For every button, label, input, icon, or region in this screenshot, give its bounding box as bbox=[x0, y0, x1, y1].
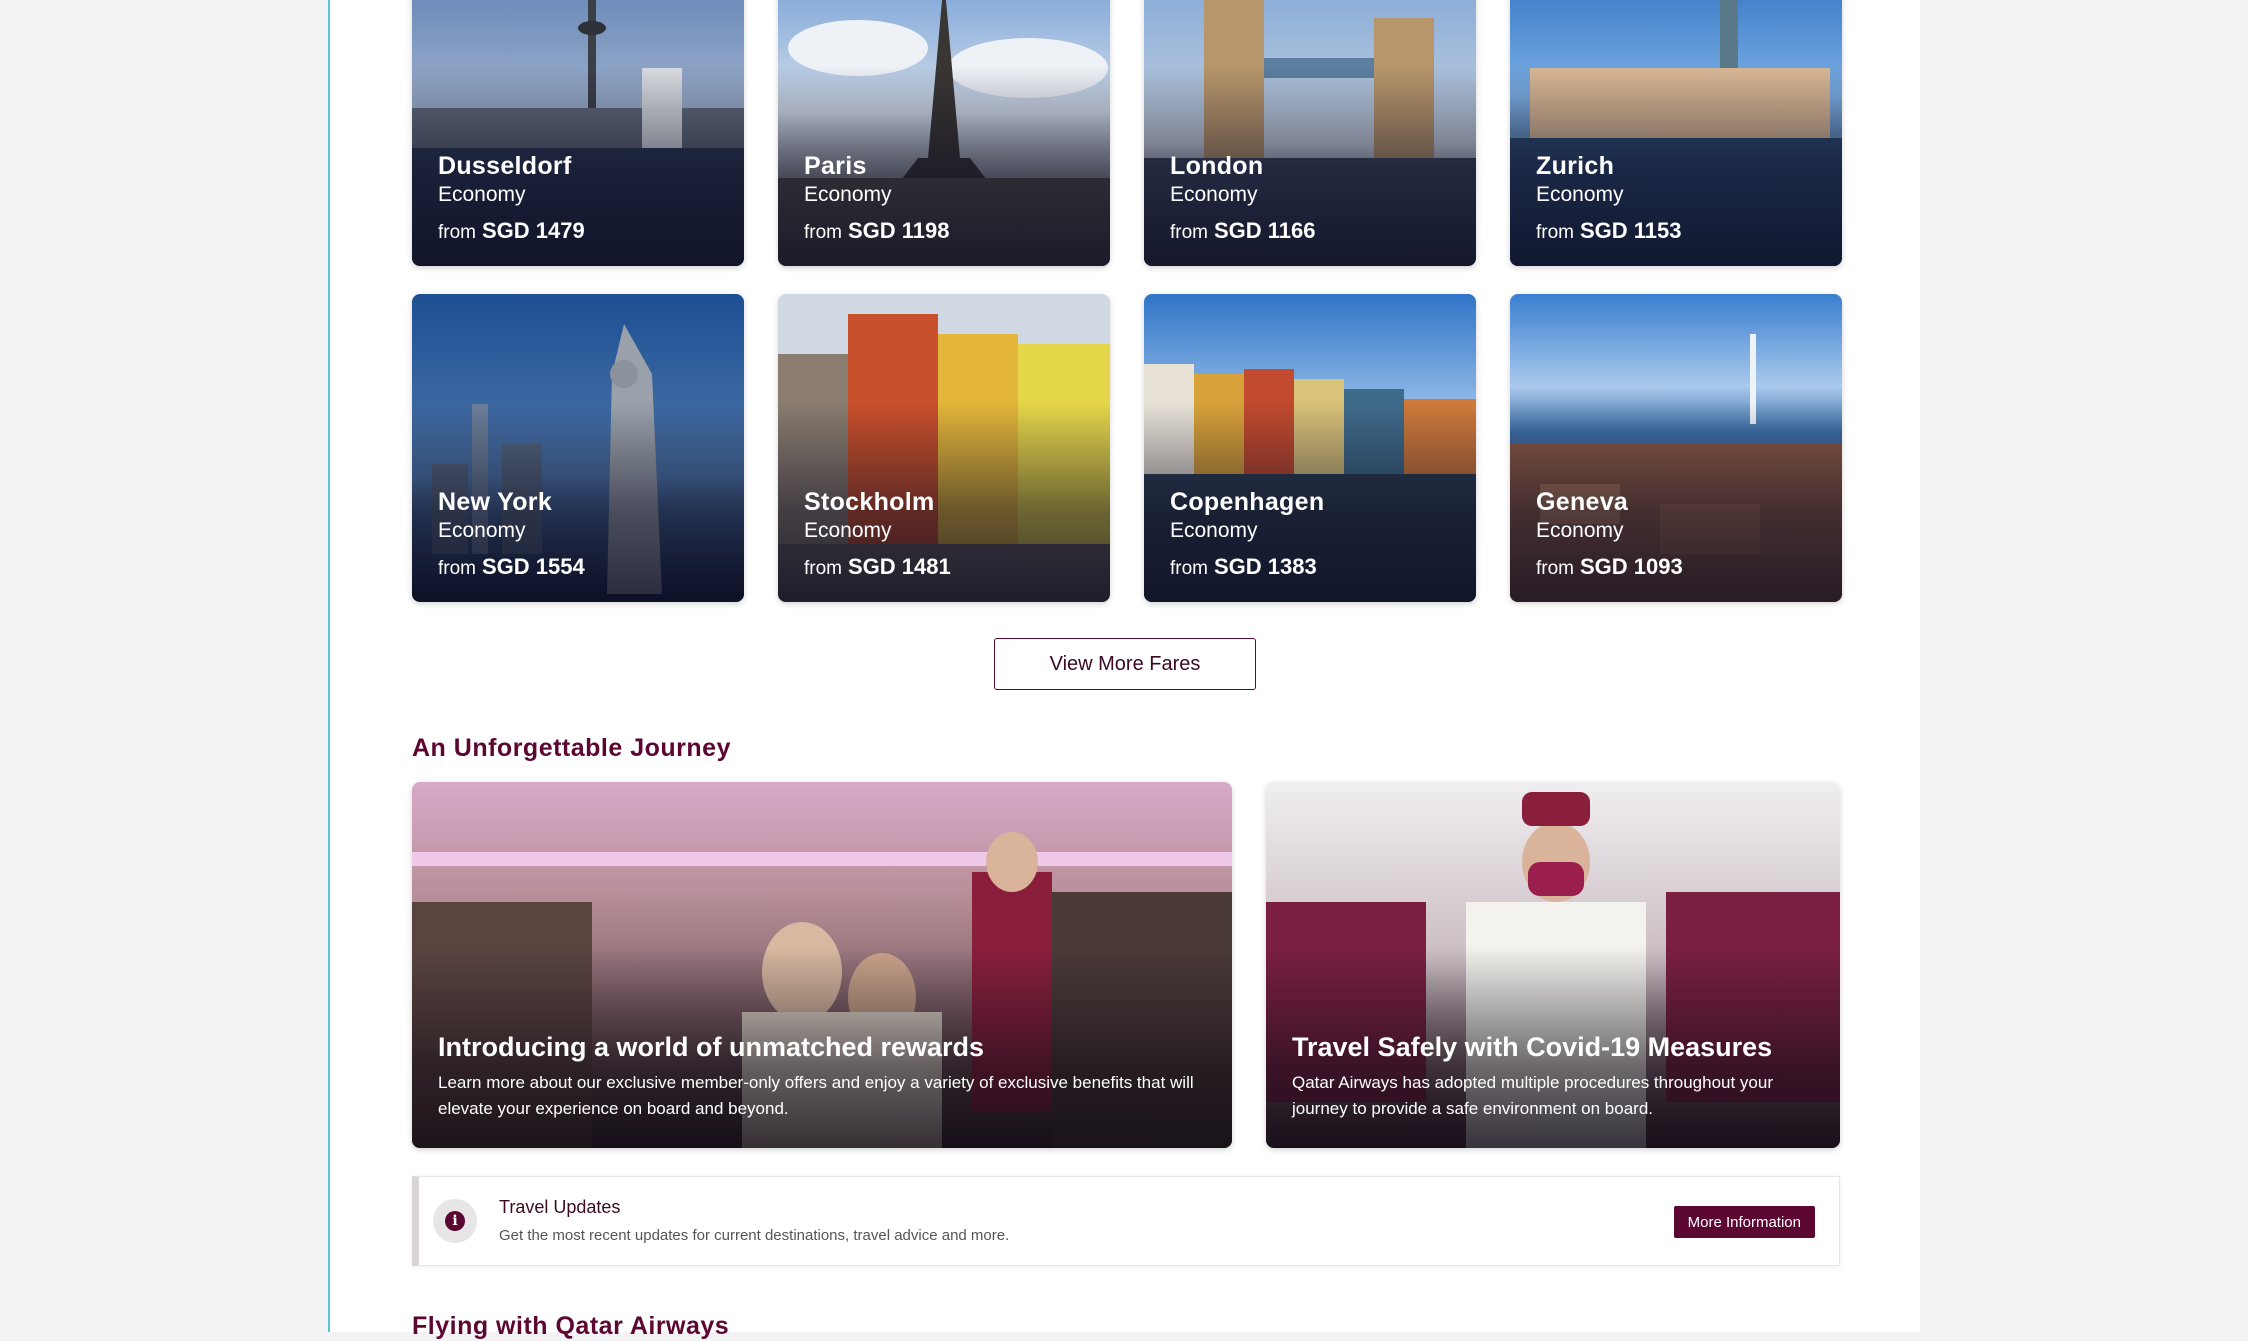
fare-cabin: Economy bbox=[438, 183, 526, 206]
fare-cabin: Economy bbox=[1536, 183, 1624, 206]
fare-city: Paris bbox=[804, 152, 867, 180]
fare-card-stockholm[interactable]: Stockholm Economy from SGD 1481 bbox=[778, 294, 1110, 602]
fare-card-info: London Economy from SGD 1166 bbox=[1170, 151, 1316, 248]
fare-from-label: from bbox=[804, 558, 842, 579]
fare-city: Copenhagen bbox=[1170, 488, 1325, 516]
fare-price-line: from SGD 1166 bbox=[1170, 217, 1316, 248]
fare-card-dusseldorf[interactable]: Dusseldorf Economy from SGD 1479 bbox=[412, 0, 744, 266]
travel-updates-description: Get the most recent updates for current … bbox=[499, 1227, 1010, 1244]
fare-cabin: Economy bbox=[804, 183, 892, 206]
fare-price: SGD 1481 bbox=[848, 554, 951, 579]
fare-price-line: from SGD 1554 bbox=[438, 553, 585, 584]
fare-from-label: from bbox=[1536, 558, 1574, 579]
fare-price: SGD 1383 bbox=[1214, 554, 1317, 579]
travel-updates-banner: i Travel Updates Get the most recent upd… bbox=[412, 1176, 1840, 1266]
fare-from-label: from bbox=[438, 222, 476, 243]
fare-card-info: Zurich Economy from SGD 1153 bbox=[1536, 151, 1682, 248]
fare-card-geneva[interactable]: Geneva Economy from SGD 1093 bbox=[1510, 294, 1842, 602]
more-information-button[interactable]: More Information bbox=[1673, 1206, 1815, 1238]
fare-card-info: Copenhagen Economy from SGD 1383 bbox=[1170, 487, 1324, 584]
fare-card-london[interactable]: London Economy from SGD 1166 bbox=[1144, 0, 1476, 266]
fare-card-copenhagen[interactable]: Copenhagen Economy from SGD 1383 bbox=[1144, 294, 1476, 602]
fare-price-line: from SGD 1383 bbox=[1170, 553, 1324, 584]
fare-from-label: from bbox=[1170, 222, 1208, 243]
fare-price-line: from SGD 1481 bbox=[804, 553, 951, 584]
fare-city: Zurich bbox=[1536, 152, 1615, 180]
fare-cabin: Economy bbox=[1170, 519, 1258, 542]
journey-card-title: Travel Safely with Covid-19 Measures bbox=[1292, 1032, 1773, 1062]
fare-card-info: Paris Economy from SGD 1198 bbox=[804, 151, 950, 248]
fare-from-label: from bbox=[1170, 558, 1208, 579]
fare-price-line: from SGD 1479 bbox=[438, 217, 585, 248]
fare-city: Stockholm bbox=[804, 488, 935, 516]
fare-from-label: from bbox=[438, 558, 476, 579]
page-container: Dusseldorf Economy from SGD 1479 Paris E… bbox=[328, 0, 1920, 1340]
journey-card-description: Qatar Airways has adopted multiple proce… bbox=[1292, 1073, 1773, 1118]
fare-card-info: Geneva Economy from SGD 1093 bbox=[1536, 487, 1683, 584]
journey-card-description: Learn more about our exclusive member-on… bbox=[438, 1073, 1194, 1118]
travel-updates-title: Travel Updates bbox=[499, 1197, 621, 1217]
fare-cabin: Economy bbox=[804, 519, 892, 542]
fare-cabin: Economy bbox=[438, 519, 526, 542]
fare-price: SGD 1554 bbox=[482, 554, 585, 579]
fare-price: SGD 1166 bbox=[1214, 218, 1316, 243]
fare-cabin: Economy bbox=[1170, 183, 1258, 206]
journey-card-info: Introducing a world of unmatched rewards… bbox=[438, 1030, 1206, 1122]
fare-from-label: from bbox=[1536, 222, 1574, 243]
journey-card-title: Introducing a world of unmatched rewards bbox=[438, 1032, 985, 1062]
info-icon: i bbox=[433, 1199, 477, 1243]
fare-cabin: Economy bbox=[1536, 519, 1624, 542]
fare-price: SGD 1479 bbox=[482, 218, 585, 243]
fare-city: New York bbox=[438, 488, 553, 516]
fare-price-line: from SGD 1093 bbox=[1536, 553, 1683, 584]
section-title-journey: An Unforgettable Journey bbox=[412, 734, 731, 762]
fare-card-info: New York Economy from SGD 1554 bbox=[438, 487, 585, 584]
section-title-flying: Flying with Qatar Airways bbox=[412, 1312, 730, 1340]
fare-card-paris[interactable]: Paris Economy from SGD 1198 bbox=[778, 0, 1110, 266]
fare-from-label: from bbox=[804, 222, 842, 243]
fare-city: London bbox=[1170, 152, 1264, 180]
fare-city: Geneva bbox=[1536, 488, 1629, 516]
journey-card-info: Travel Safely with Covid-19 Measures Qat… bbox=[1292, 1030, 1814, 1122]
journey-card-rewards[interactable]: Introducing a world of unmatched rewards… bbox=[412, 782, 1232, 1148]
view-more-fares-button[interactable]: View More Fares bbox=[994, 638, 1256, 690]
fare-price: SGD 1093 bbox=[1580, 554, 1683, 579]
fare-city: Dusseldorf bbox=[438, 152, 572, 180]
fare-card-info: Stockholm Economy from SGD 1481 bbox=[804, 487, 951, 584]
fare-card-new-york[interactable]: New York Economy from SGD 1554 bbox=[412, 294, 744, 602]
fare-card-zurich[interactable]: Zurich Economy from SGD 1153 bbox=[1510, 0, 1842, 266]
fare-card-info: Dusseldorf Economy from SGD 1479 bbox=[438, 151, 585, 248]
fare-price: SGD 1198 bbox=[848, 218, 950, 243]
journey-card-covid-measures[interactable]: Travel Safely with Covid-19 Measures Qat… bbox=[1266, 782, 1840, 1148]
fare-price: SGD 1153 bbox=[1580, 218, 1682, 243]
fare-price-line: from SGD 1198 bbox=[804, 217, 950, 248]
fare-price-line: from SGD 1153 bbox=[1536, 217, 1682, 248]
